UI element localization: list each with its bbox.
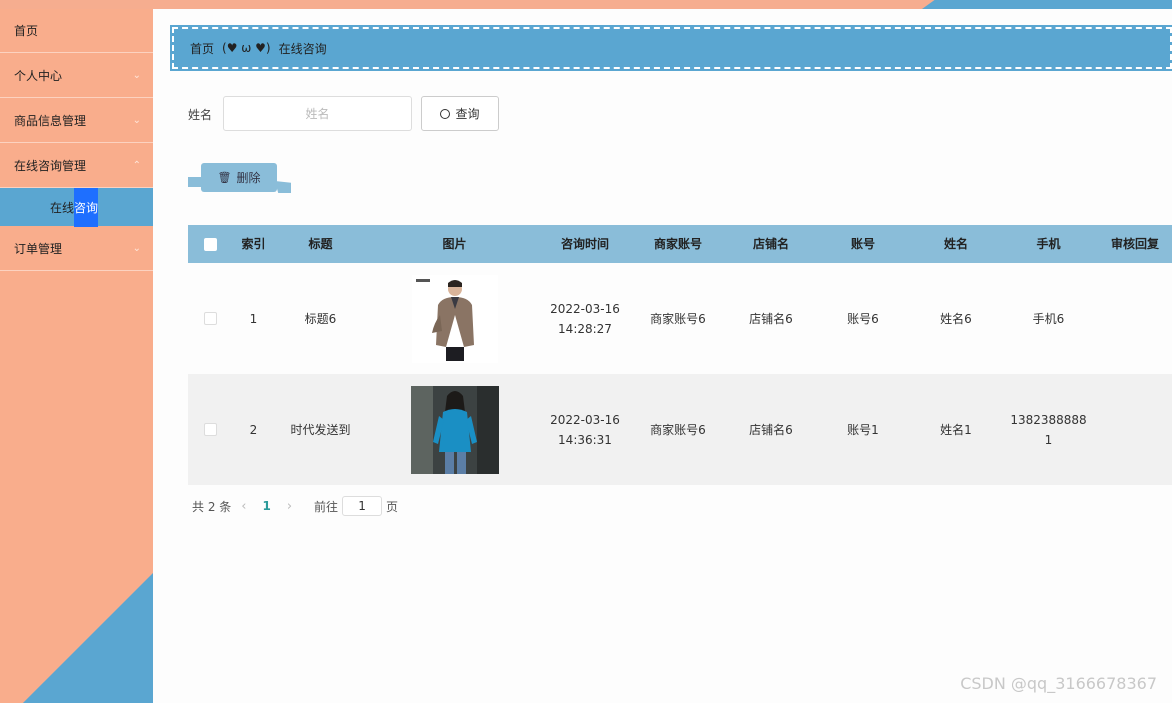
delete-button[interactable]: 🗑︎ 删除: [201, 163, 277, 192]
column-header[interactable]: 标题: [275, 234, 366, 254]
row-time-clock: 14:28:27: [558, 321, 612, 336]
prev-page-button[interactable]: ‹: [241, 499, 246, 514]
row-consult-time: 2022-03-16 14:36:31: [543, 410, 627, 450]
row-time-date: 2022-03-16: [550, 412, 620, 427]
row-index: 2: [249, 422, 258, 437]
row-time-date: 2022-03-16: [550, 301, 620, 316]
sidebar: 首页 个人中心 ⌄ 商品信息管理 ⌄ 在线咨询管理 ⌃ 在线 咨询 订单管理 ⌄: [0, 9, 153, 703]
column-header[interactable]: 图片: [366, 234, 543, 254]
search-icon: [440, 108, 451, 119]
sidebar-subitem-label: 在线: [50, 200, 75, 215]
search-label: 姓名: [188, 108, 213, 122]
row-image-cell: [366, 385, 543, 474]
pagination: 共 2 条 ‹ 1 › 前往 页: [192, 496, 398, 516]
column-header[interactable]: 账号: [813, 234, 913, 254]
goto-page-input[interactable]: [342, 496, 383, 516]
sidebar-item-label: 首页: [14, 24, 39, 38]
row-checkbox[interactable]: [203, 312, 217, 325]
row-account: 账号6: [847, 311, 879, 326]
watermark: CSDN @qq_3166678367: [960, 674, 1157, 693]
sidebar-item-personal-center[interactable]: 个人中心 ⌄: [0, 53, 153, 98]
ribbon-decoration: [275, 181, 291, 193]
sidebar-item-product-management[interactable]: 商品信息管理 ⌄: [0, 98, 153, 143]
row-select-cell: [188, 312, 232, 325]
sidebar-item-label: 订单管理: [14, 241, 63, 256]
table-row[interactable]: 1 标题6 2022-03-16 14:28:27 商家账号6 店铺名6 账号6…: [188, 263, 1172, 374]
chevron-up-icon: ⌃: [132, 160, 141, 171]
page-number-current[interactable]: 1: [262, 499, 270, 513]
column-header[interactable]: 姓名: [913, 234, 999, 254]
page-suffix: 页: [386, 499, 399, 514]
sidebar-item-label: 在线咨询管理: [14, 158, 87, 173]
goto-label: 前往: [314, 499, 339, 514]
row-name: 姓名6: [940, 311, 972, 326]
select-all-cell: [188, 237, 232, 251]
sidebar-item-label: 商品信息管理: [14, 113, 87, 128]
man-in-blazer-image: [411, 274, 498, 363]
row-image-cell: [366, 274, 543, 363]
sidebar-subitem-highlight: 咨询: [74, 187, 99, 227]
row-select-cell: [188, 423, 232, 436]
sidebar-item-label: 个人中心: [14, 68, 63, 83]
sidebar-decoration: [22, 573, 153, 703]
search-input[interactable]: [223, 96, 412, 131]
column-header[interactable]: 手机: [999, 234, 1098, 254]
row-title: 标题6: [304, 311, 337, 326]
row-phone-line1: 1382388888: [1010, 412, 1087, 427]
sidebar-subitem-online-consult[interactable]: 在线 咨询: [0, 187, 153, 227]
search-button[interactable]: 查询: [421, 96, 499, 131]
row-merchant: 商家账号6: [650, 422, 706, 437]
delete-button-label: 删除: [236, 171, 261, 185]
column-header[interactable]: 审核回复: [1098, 234, 1172, 254]
table-row[interactable]: 2 时代发送到 2022-03-16 14:36:31 商家账号6 店铺名6 账…: [188, 374, 1172, 485]
row-shop: 店铺名6: [749, 311, 793, 326]
column-header[interactable]: 咨询时间: [543, 234, 627, 254]
row-time-clock: 14:36:31: [558, 432, 612, 447]
pagination-total: 共 2 条: [192, 499, 232, 514]
row-phone-line2: 1: [1044, 432, 1053, 447]
breadcrumb-home[interactable]: 首页: [190, 40, 214, 57]
column-header[interactable]: 店铺名: [729, 234, 813, 254]
row-consult-time: 2022-03-16 14:28:27: [543, 299, 627, 339]
top-bar-accent: [922, 0, 1172, 9]
row-title: 时代发送到: [290, 422, 351, 437]
woman-in-blue-image: [410, 385, 499, 474]
search-button-label: 查询: [455, 107, 480, 121]
row-phone: 手机6: [999, 309, 1098, 329]
column-header[interactable]: 索引: [232, 234, 275, 254]
sidebar-item-consult-management[interactable]: 在线咨询管理 ⌃: [0, 143, 153, 188]
column-header[interactable]: 商家账号: [627, 234, 729, 254]
sidebar-item-home[interactable]: 首页: [0, 9, 153, 53]
row-shop: 店铺名6: [749, 422, 793, 437]
consult-table: 索引 标题 图片 咨询时间 商家账号 店铺名 账号 姓名 手机 审核回复 1 标…: [188, 225, 1172, 485]
row-account: 账号1: [847, 422, 879, 437]
next-page-button[interactable]: ›: [287, 499, 292, 514]
row-index: 1: [249, 311, 258, 326]
row-merchant: 商家账号6: [650, 311, 706, 326]
table-header: 索引 标题 图片 咨询时间 商家账号 店铺名 账号 姓名 手机 审核回复: [188, 225, 1172, 263]
row-checkbox[interactable]: [203, 423, 217, 436]
row-name: 姓名1: [940, 422, 972, 437]
product-image[interactable]: [411, 274, 498, 363]
chevron-down-icon: ⌄: [132, 70, 141, 81]
chevron-down-icon: ⌄: [132, 243, 141, 254]
product-image[interactable]: [410, 385, 499, 474]
sidebar-item-order-management[interactable]: 订单管理 ⌄: [0, 226, 153, 271]
delete-button-wrapper: 🗑︎ 删除: [188, 163, 291, 195]
row-phone: 1382388888 1: [999, 410, 1098, 450]
breadcrumb-separator: (♥ ω ♥): [222, 41, 271, 55]
chevron-down-icon: ⌄: [132, 115, 141, 126]
breadcrumb: 首页 (♥ ω ♥) 在线咨询: [170, 25, 1172, 71]
trash-icon: 🗑︎: [217, 171, 232, 184]
breadcrumb-current: 在线咨询: [278, 41, 327, 56]
row-phone-line1: 手机6: [1032, 311, 1065, 326]
select-all-checkbox[interactable]: [203, 237, 217, 251]
